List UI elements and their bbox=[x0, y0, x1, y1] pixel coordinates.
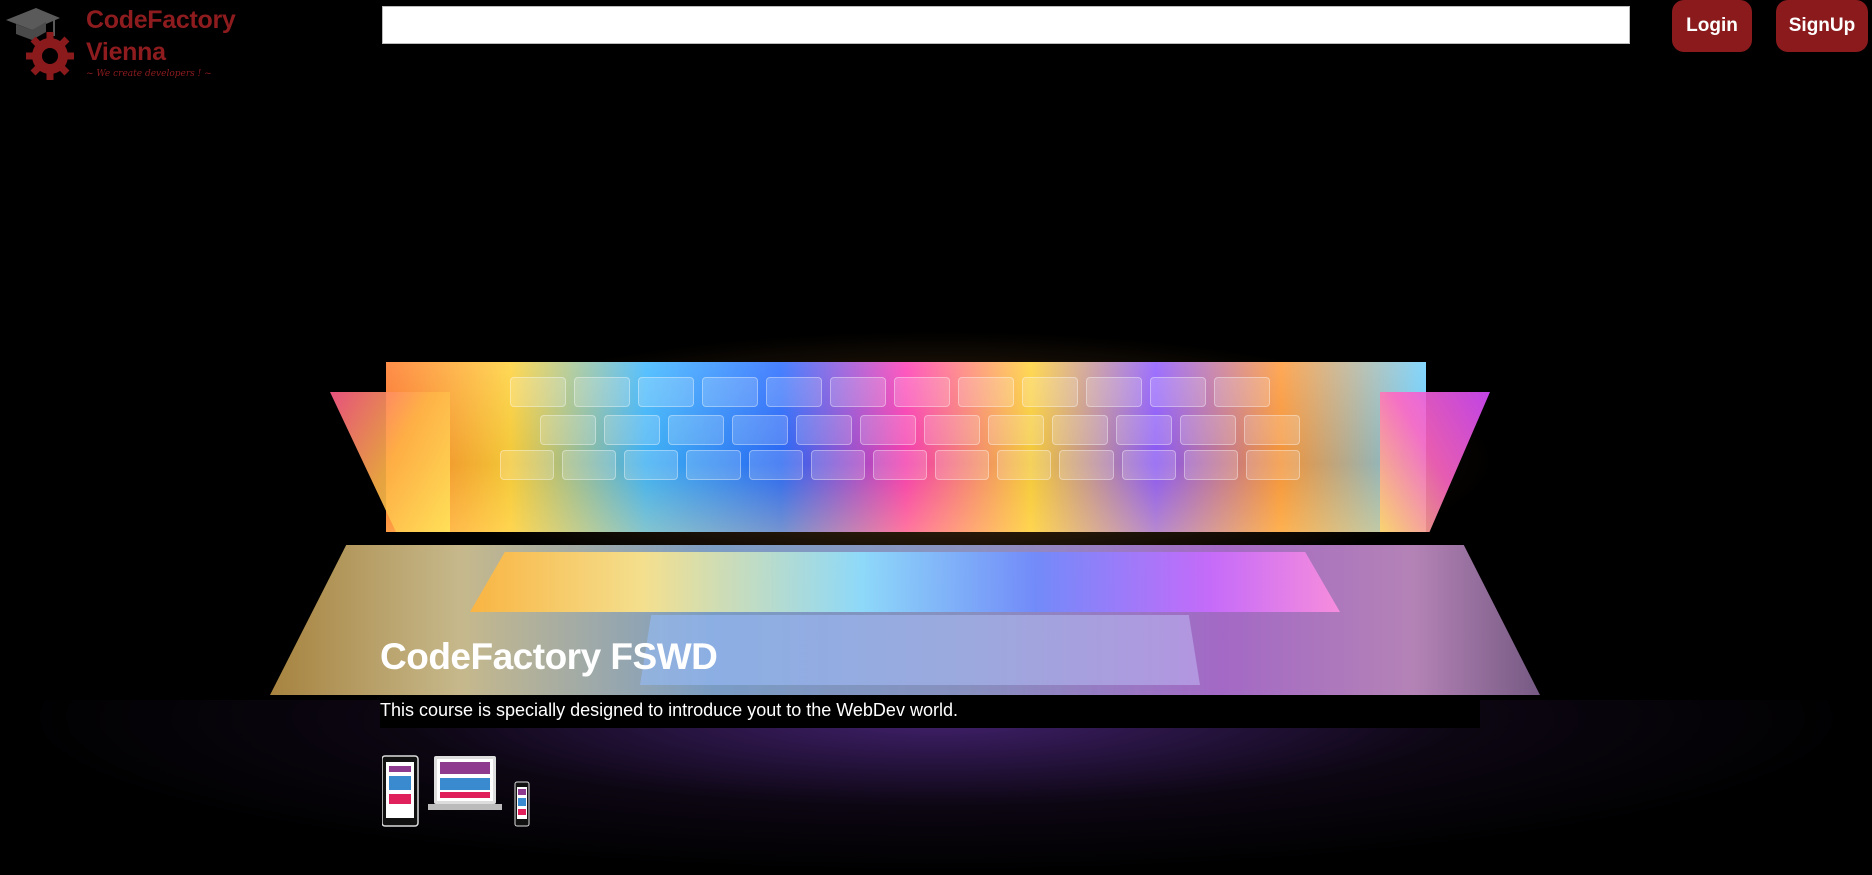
laptop-trackpad bbox=[640, 615, 1200, 685]
logo-title-line1: CodeFactory bbox=[86, 6, 236, 34]
laptop-keyboard bbox=[470, 552, 1340, 612]
graduation-cap-gear-icon bbox=[6, 8, 74, 80]
responsive-devices-icon bbox=[382, 755, 530, 827]
signup-button[interactable]: SignUp bbox=[1776, 0, 1868, 52]
logo[interactable]: CodeFactory Vienna ~ We create developer… bbox=[0, 0, 260, 84]
search-input[interactable] bbox=[382, 6, 1630, 44]
logo-title: CodeFactory Vienna bbox=[86, 4, 236, 68]
header: CodeFactory Vienna ~ We create developer… bbox=[0, 0, 1872, 80]
login-button[interactable]: Login bbox=[1672, 0, 1752, 52]
hero-title: CodeFactory FSWD bbox=[380, 636, 718, 677]
hero-background bbox=[0, 0, 1872, 875]
hero-description: This course is specially designed to int… bbox=[380, 698, 1480, 728]
logo-tagline: ~ We create developers ! ~ bbox=[86, 69, 212, 79]
logo-title-line2: Vienna bbox=[86, 38, 166, 66]
